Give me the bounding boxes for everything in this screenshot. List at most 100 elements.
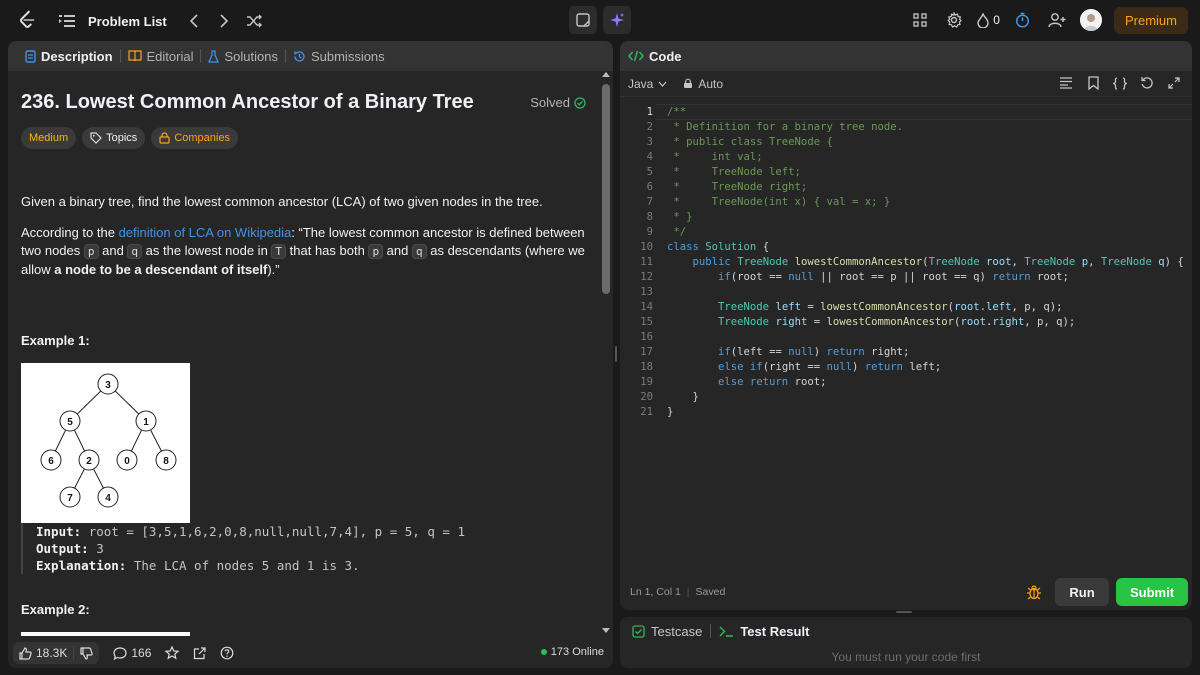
- wikipedia-link[interactable]: definition of LCA on Wikipedia: [119, 225, 292, 240]
- code-line: }: [667, 406, 674, 418]
- autocomplete-mode[interactable]: Auto: [683, 77, 723, 91]
- code-line: else if(right == null) return left;: [718, 361, 942, 373]
- console-tabs: Testcase Test Result: [620, 617, 1192, 645]
- line-number: 16: [640, 331, 653, 343]
- problem-statement: Given a binary tree, find the lowest com…: [21, 194, 543, 209]
- ai-assist-button[interactable]: [603, 6, 631, 34]
- line-number: 4: [646, 151, 653, 163]
- tree-node: 4: [105, 493, 111, 504]
- debug-icon[interactable]: [1026, 584, 1042, 600]
- braces-icon[interactable]: [1112, 75, 1128, 91]
- tree-node: 2: [86, 456, 92, 467]
- topics-chip[interactable]: Topics: [82, 127, 146, 149]
- description-scrollbar[interactable]: [602, 71, 610, 636]
- submit-button[interactable]: Submit: [1116, 578, 1188, 606]
- streak-counter[interactable]: 0: [977, 12, 1000, 28]
- save-status: Saved: [695, 586, 726, 598]
- companies-chip[interactable]: Companies: [151, 127, 238, 149]
- console-message: You must run your code first: [831, 650, 981, 664]
- format-icon[interactable]: [1058, 75, 1074, 91]
- emphasis-text: a node to be a descendant of itself: [54, 262, 268, 277]
- panel-resize-handle[interactable]: [615, 346, 617, 362]
- chevron-down-icon: [658, 81, 667, 87]
- text-fragment: as the lowest node in: [142, 243, 272, 258]
- tab-submissions[interactable]: Submissions: [286, 41, 392, 71]
- input-value: root = [3,5,1,6,2,0,8,null,null,7,4], p …: [88, 524, 465, 539]
- line-number: 15: [640, 316, 653, 328]
- tab-submissions-label: Submissions: [310, 48, 385, 64]
- top-nav: Problem List 0 Premium: [0, 0, 1200, 40]
- language-select[interactable]: Java: [628, 77, 667, 91]
- avatar[interactable]: [1079, 9, 1102, 31]
- reset-icon[interactable]: [1139, 75, 1155, 91]
- line-number: 10: [640, 241, 653, 253]
- tab-editorial-label: Editorial: [146, 48, 194, 64]
- tree-node: 8: [163, 456, 169, 467]
- gear-icon[interactable]: [943, 9, 965, 31]
- line-number: 1: [646, 106, 653, 118]
- expand-icon[interactable]: [1166, 75, 1182, 91]
- inline-code-t: T: [271, 244, 287, 259]
- shuffle-icon[interactable]: [243, 10, 265, 32]
- line-number: 18: [640, 361, 653, 373]
- list-icon[interactable]: [56, 10, 78, 32]
- comments-button[interactable]: 166: [113, 646, 151, 660]
- fire-icon: [977, 12, 989, 28]
- tab-solutions[interactable]: Solutions: [201, 41, 284, 71]
- explanation-label: Explanation:: [36, 558, 127, 573]
- tree-node: 6: [48, 456, 54, 467]
- companies-label: Companies: [174, 132, 230, 144]
- dislike-button[interactable]: [73, 646, 99, 660]
- code-panel: Code Java Auto 1 2 3 4 5 6 7 8 9 10 11 1…: [620, 41, 1192, 610]
- code-title: Code: [649, 48, 682, 64]
- scrollbar-thumb[interactable]: [602, 84, 610, 294]
- tab-test-result[interactable]: Test Result: [715, 624, 813, 639]
- share-icon: [194, 646, 206, 659]
- tag-icon: [90, 132, 102, 144]
- vote-group: 18.3K: [13, 642, 100, 664]
- problem-description: 236. Lowest Common Ancestor of a Binary …: [21, 71, 586, 636]
- tab-editorial[interactable]: Editorial: [121, 41, 201, 71]
- explanation-value: The LCA of nodes 5 and 1 is 3.: [133, 558, 360, 573]
- share-button[interactable]: [193, 646, 206, 660]
- tab-testcase[interactable]: Testcase: [628, 624, 706, 639]
- language-value: Java: [628, 76, 654, 91]
- leetcode-logo-icon[interactable]: [16, 9, 38, 31]
- chevron-left-icon[interactable]: [183, 10, 205, 32]
- example-output-row: Output: 3: [36, 540, 586, 557]
- code-icon: [628, 50, 644, 62]
- layout-grid-icon[interactable]: [909, 9, 931, 31]
- add-friend-icon[interactable]: [1046, 9, 1068, 31]
- timer-icon[interactable]: [1012, 9, 1034, 31]
- line-number: 7: [646, 196, 653, 208]
- editor-actions: [1058, 75, 1182, 91]
- code-editor[interactable]: 1 2 3 4 5 6 7 8 9 10 11 12 13 14 15 16 1…: [620, 104, 1192, 434]
- chevron-right-icon[interactable]: [213, 10, 235, 32]
- text-fragment: and: [98, 243, 128, 258]
- code-line: * int val;: [667, 151, 763, 163]
- line-number: 5: [646, 166, 653, 178]
- streak-count: 0: [993, 13, 1000, 27]
- solved-status: Solved: [530, 95, 586, 110]
- line-number: 11: [640, 256, 653, 268]
- notes-button[interactable]: [569, 6, 597, 34]
- online-indicator: 173 Online: [540, 646, 604, 658]
- mode-value: Auto: [698, 76, 724, 91]
- help-button[interactable]: [220, 646, 234, 660]
- code-line: /**: [667, 106, 687, 118]
- tab-description[interactable]: Description: [18, 41, 120, 71]
- solved-label: Solved: [530, 95, 570, 110]
- bookmark-icon[interactable]: [1085, 75, 1101, 91]
- topics-label: Topics: [106, 132, 138, 144]
- like-button[interactable]: 18.3K: [13, 646, 73, 660]
- run-button[interactable]: Run: [1055, 578, 1109, 606]
- problem-list-link[interactable]: Problem List: [88, 14, 167, 29]
- tab-test-result-label: Test Result: [740, 623, 810, 639]
- code-line: }: [667, 391, 699, 403]
- line-number: 17: [640, 346, 653, 358]
- editor-resize-handle[interactable]: [896, 611, 912, 613]
- premium-button[interactable]: Premium: [1113, 6, 1188, 34]
- favorite-button[interactable]: [165, 646, 180, 660]
- history-icon: [293, 50, 305, 62]
